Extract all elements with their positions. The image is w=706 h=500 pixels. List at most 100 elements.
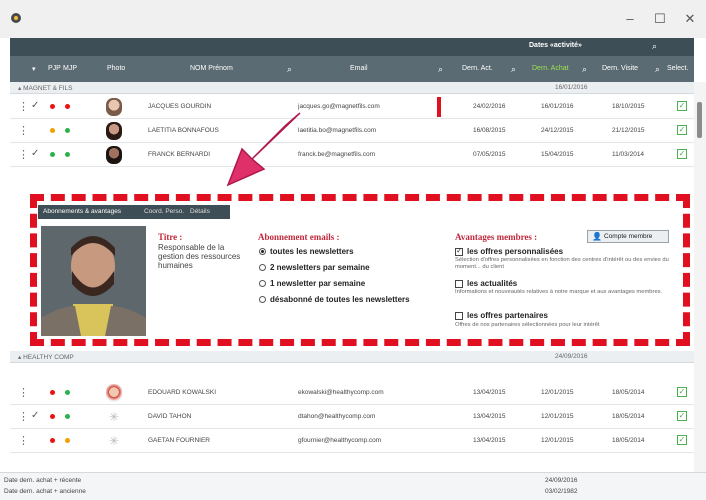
table-row[interactable]: ⋮ ✳ GAETAN FOURNIER gfournier@healthycom… (10, 429, 694, 453)
maximize-button[interactable]: ☐ (650, 10, 670, 28)
date-dern-achat: 24/12/2015 (541, 127, 574, 134)
select-checkbox[interactable]: ✓ (677, 387, 687, 397)
contact-name: GAETAN FOURNIER (148, 437, 210, 444)
row-menu-icon[interactable]: ⋮ (18, 100, 29, 113)
row-menu-icon[interactable]: ⋮ (18, 124, 29, 137)
group-date: 16/01/2016 (555, 84, 588, 91)
advantages-title: Avantages membres : (455, 232, 538, 242)
date-dern-visite: 11/03/2014 (612, 151, 645, 158)
col-email[interactable]: Email (350, 65, 368, 72)
date-dern-act: 07/05/2015 (473, 151, 506, 158)
status-dot-orange (65, 438, 70, 443)
checkbox-actualites[interactable] (455, 280, 463, 288)
tab-details[interactable]: Détails (190, 208, 210, 215)
dates-activity-title: Dates «activité» (529, 42, 582, 49)
radio-label: 1 newsletter par semaine (270, 279, 366, 288)
select-checkbox[interactable]: ✓ (677, 149, 687, 159)
select-checkbox[interactable]: ✓ (677, 125, 687, 135)
radio-option[interactable] (259, 280, 266, 287)
date-dern-visite: 18/05/2014 (612, 413, 645, 420)
checkbox-desc: Sélection d'offres personnalisées en fon… (455, 257, 669, 270)
name-search-icon[interactable]: ⌕ (287, 64, 292, 75)
grid-header-top: Dates «activité» ⌕ (10, 38, 694, 56)
check-icon: ✓ (31, 410, 40, 421)
table-row[interactable]: ⋮ ✓ ✳ DAVID TAHON dtahon@healthycomp.com… (10, 405, 694, 429)
status-dot-red (50, 438, 55, 443)
row-menu-icon[interactable]: ⋮ (18, 434, 29, 447)
radio-option[interactable] (259, 248, 266, 255)
close-button[interactable]: ✕ (680, 10, 700, 28)
select-checkbox[interactable]: ✓ (677, 411, 687, 421)
date-dern-achat: 16/01/2016 (541, 103, 574, 110)
group-row-magnet[interactable]: ▴ MAGNET & FILS 16/01/2016 (10, 82, 694, 94)
row-menu-icon[interactable]: ⋮ (18, 410, 29, 423)
radio-label: 2 newsletters par semaine (270, 263, 370, 272)
col-photo[interactable]: Photo (107, 65, 125, 72)
group-row-healthy[interactable]: ▴ HEALTHY COMP 24/09/2016 (10, 351, 694, 363)
status-dot-green (65, 128, 70, 133)
scroll-thumb[interactable] (697, 102, 702, 138)
date-dern-achat: 12/01/2015 (541, 413, 574, 420)
checkbox-partenaires[interactable] (455, 312, 463, 320)
table-row[interactable]: ⋮ EDOUARD KOWALSKI ekowalski@healthycomp… (10, 381, 694, 405)
contact-email: franck.be@magnetfils.com (298, 151, 376, 158)
checkbox-label: les offres personnalisées (467, 247, 564, 256)
status-dot-red (50, 104, 55, 109)
app-icon (11, 13, 21, 23)
checkbox-offres-perso[interactable] (455, 246, 463, 256)
summary-footer: Date dern. achat + récente Date dern. ac… (0, 472, 706, 500)
date-dern-act: 13/04/2015 (473, 389, 506, 396)
tab-coord-perso[interactable]: Coord. Perso. (144, 208, 184, 215)
marker-bar (437, 97, 441, 117)
avatar (106, 98, 122, 116)
col-dern-achat[interactable]: Dern. Achat (532, 65, 569, 72)
row-menu-icon[interactable]: ⋮ (18, 148, 29, 161)
col-dern-act[interactable]: Dern. Act. (462, 65, 493, 72)
radio-label: toutes les newsletters (270, 247, 354, 256)
window-titlebar: – ☐ ✕ (0, 0, 706, 38)
radio-option[interactable] (259, 296, 266, 303)
select-checkbox[interactable]: ✓ (677, 101, 687, 111)
checkbox-label: les offres partenaires (467, 311, 548, 320)
col-mjp[interactable]: MJP (63, 65, 77, 72)
footer-value-recent: 24/09/2016 (545, 477, 578, 484)
group-name: ▴ MAGNET & FILS (18, 85, 73, 92)
date-dern-act: 16/08/2015 (473, 127, 506, 134)
table-row[interactable]: ⋮ ✓ JACQUES GOURDIN jacques.go@magnetfil… (10, 95, 694, 119)
col-name[interactable]: NOM Prénom (190, 65, 233, 72)
checkbox-desc: Informations et nouveautés relatives à n… (455, 289, 663, 295)
dern-act-search-icon[interactable]: ⌕ (511, 64, 516, 75)
pointer-arrow-icon (226, 112, 301, 187)
col-pjp[interactable]: PJP (48, 65, 61, 72)
col-select[interactable]: Select. (667, 65, 688, 72)
sort-icon[interactable]: ▾ (32, 65, 36, 73)
detail-tabbar: Abonnements & avantages Coord. Perso. Dé… (38, 205, 230, 219)
col-dern-visite[interactable]: Dern. Visite (602, 65, 638, 72)
contact-name: JACQUES GOURDIN (148, 103, 212, 110)
vertical-scrollbar[interactable] (694, 82, 706, 472)
minimize-button[interactable]: – (620, 10, 640, 28)
dern-achat-search-icon[interactable]: ⌕ (582, 64, 587, 75)
avatar (106, 146, 122, 164)
avatar (106, 122, 122, 140)
status-dot-green (65, 152, 70, 157)
contact-email: laetitia.bo@magnetfils.com (298, 127, 377, 134)
compte-membre-button[interactable]: 👤 Compte membre (587, 230, 669, 243)
contact-name: LAETITIA BONNAFOUS (148, 127, 219, 134)
footer-value-old: 03/02/1982 (545, 488, 578, 495)
radio-option[interactable] (259, 264, 266, 271)
date-dern-achat: 12/01/2015 (541, 389, 574, 396)
dern-visite-search-icon[interactable]: ⌕ (655, 64, 660, 75)
contact-name: EDOUARD KOWALSKI (148, 389, 217, 396)
date-dern-achat: 12/01/2015 (541, 437, 574, 444)
search-icon[interactable]: ⌕ (652, 41, 657, 52)
compte-membre-label: Compte membre (604, 233, 653, 240)
contact-name: FRANCK BERNARDI (148, 151, 211, 158)
table-row[interactable]: ⋮ LAETITIA BONNAFOUS laetitia.bo@magnetf… (10, 119, 694, 143)
email-search-icon[interactable]: ⌕ (438, 64, 443, 75)
checkbox-desc: Offres de nos partenaires sélectionnées … (455, 322, 600, 328)
table-row[interactable]: ⋮ ✓ FRANCK BERNARDI franck.be@magnetfils… (10, 143, 694, 167)
row-menu-icon[interactable]: ⋮ (18, 386, 29, 399)
tab-abonnements[interactable]: Abonnements & avantages (43, 208, 121, 215)
select-checkbox[interactable]: ✓ (677, 435, 687, 445)
